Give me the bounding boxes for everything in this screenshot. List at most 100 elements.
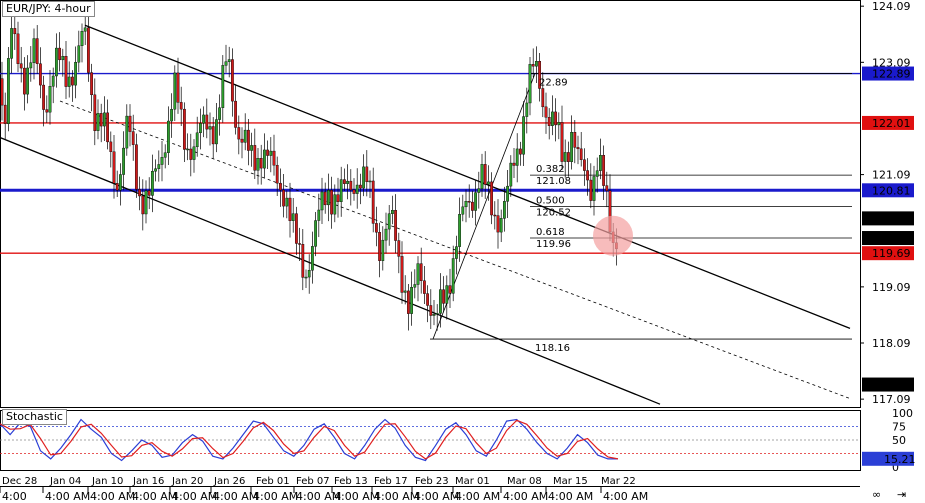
price-tick-label: 118.09 (872, 337, 911, 350)
date-label: Dec 28 (2, 476, 37, 487)
price-marker-label: 122.01 (872, 117, 911, 130)
candle-body (480, 164, 484, 189)
price-marker-label: 119.94 (872, 232, 911, 245)
candle-body (391, 210, 394, 214)
candle-body (429, 305, 433, 316)
candle-body (311, 246, 314, 271)
candle-body (150, 170, 154, 196)
candle-body (0, 78, 4, 106)
indicator-title: Stochastic (2, 409, 67, 425)
link-icon: ∞ (872, 488, 881, 501)
date-label: Jan 10 (91, 476, 123, 487)
date-label: Feb 01 (256, 476, 290, 487)
candle-body (541, 88, 545, 108)
candle-body (307, 270, 311, 278)
date-label: Mar 22 (601, 476, 636, 487)
candle-body (333, 194, 337, 215)
fib-value-500: 120.52 (536, 208, 571, 219)
candle-body (256, 158, 260, 171)
candle-body (122, 147, 126, 175)
candle-body (259, 158, 263, 169)
candle-body (387, 213, 391, 230)
stoch-tick-label: 100 (892, 407, 913, 420)
candle-body (42, 84, 46, 110)
candle-body (51, 75, 55, 87)
candle-body (192, 146, 196, 160)
time-label: 4:00 (2, 490, 27, 503)
candle-body (279, 182, 282, 191)
candle-body (445, 285, 449, 304)
candle-body (317, 209, 321, 221)
candle-body (32, 38, 36, 63)
time-label: 4:00 AM (414, 490, 459, 503)
time-label: 4:00 AM (548, 490, 593, 503)
candle-body (487, 181, 490, 185)
candle-body (343, 179, 346, 184)
candle-body (544, 106, 548, 118)
candle-body (250, 145, 253, 151)
candle-body (218, 107, 221, 120)
time-label: 4:00 AM (45, 490, 90, 503)
candle-body (138, 189, 141, 197)
candle-body (583, 159, 586, 171)
candle-body (134, 144, 138, 190)
candle-body (99, 113, 103, 127)
date-label: Feb 23 (415, 476, 449, 487)
fib-label-618: 0.618 (536, 227, 565, 238)
candle-body (503, 201, 506, 219)
candle-body (416, 263, 420, 285)
candle-body (298, 243, 301, 245)
candle-body (531, 64, 535, 67)
date-label: Jan 04 (49, 476, 81, 487)
candle-body (141, 195, 145, 215)
candle-body (118, 174, 122, 191)
candle-body (90, 72, 94, 96)
fib-value-382: 121.08 (536, 176, 571, 187)
candle-body (70, 76, 74, 86)
candle-body (45, 109, 49, 113)
stoch-tick-label: 50 (892, 434, 906, 447)
candle-body (163, 152, 167, 158)
candle-body (381, 239, 385, 261)
candle-body (512, 162, 516, 166)
candle-body (400, 256, 404, 293)
candle-body (522, 116, 526, 155)
date-label: Mar 15 (553, 476, 588, 487)
time-label: 4:00 AM (603, 490, 648, 503)
candle-body (83, 27, 87, 32)
candle-body (198, 123, 202, 134)
candle-body (3, 104, 7, 124)
candle-body (301, 244, 305, 278)
candle-body (384, 228, 388, 241)
candle-body (160, 157, 164, 165)
candle-body (288, 197, 292, 221)
candle-body (365, 166, 369, 182)
candle-body (528, 64, 532, 104)
candle-body (246, 129, 250, 151)
candle-body (551, 111, 554, 126)
candle-body (589, 179, 593, 201)
candle-body (125, 115, 129, 149)
fib-label-high: 22.89 (539, 78, 568, 89)
date-label: Jan 26 (213, 476, 245, 487)
candle-body (439, 289, 442, 314)
candle-body (115, 183, 119, 191)
chart-title: EUR/JPY: 4-hour (2, 1, 95, 17)
candle-body (519, 148, 522, 155)
date-label: Mar 08 (507, 476, 542, 487)
candle-body (394, 210, 397, 241)
candle-body (224, 61, 228, 66)
date-label: Feb 17 (374, 476, 408, 487)
candle-body (291, 213, 295, 221)
candle-body (605, 185, 609, 191)
candle-body (154, 168, 157, 172)
candle-body (243, 129, 247, 143)
candle-body (378, 232, 381, 261)
candle-body (467, 201, 471, 203)
candle-body (567, 152, 570, 162)
candle-body (227, 59, 231, 62)
candle-body (448, 285, 452, 294)
candle-body (499, 218, 503, 233)
candle-body (599, 155, 602, 171)
candle-body (375, 223, 378, 233)
